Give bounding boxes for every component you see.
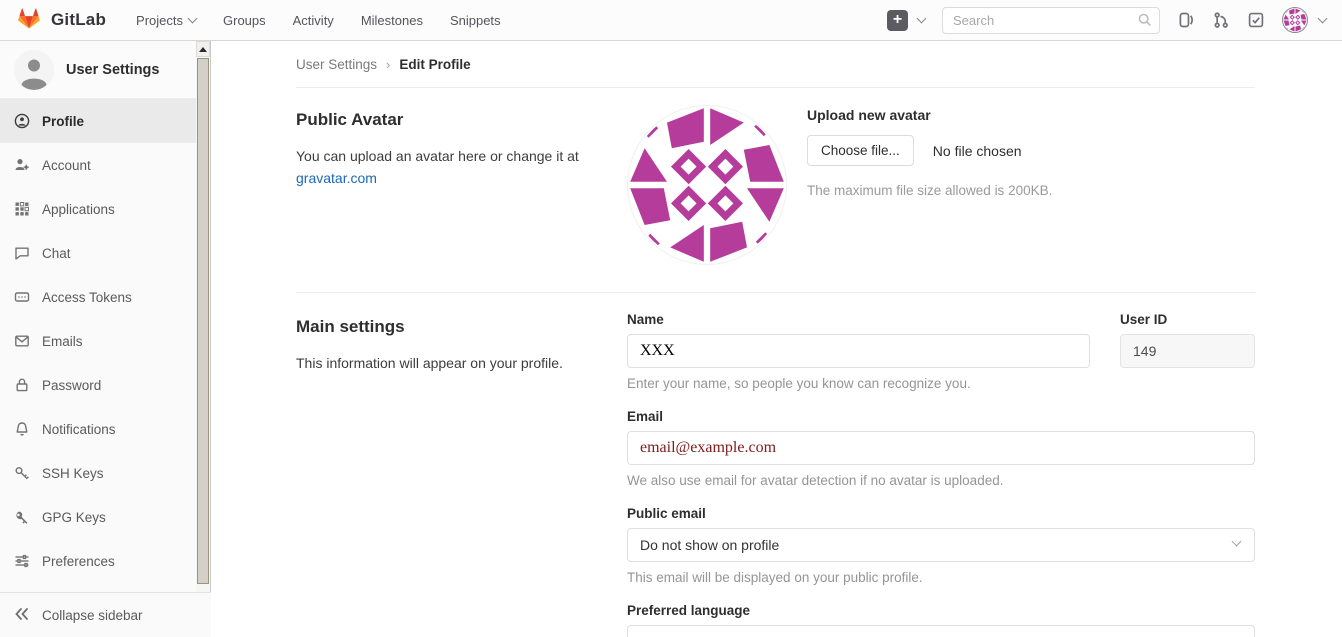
sidebar-item-preferences[interactable]: Preferences bbox=[0, 539, 196, 583]
sidebar-item-label: Applications bbox=[42, 202, 115, 217]
public-email-select[interactable]: Do not show on profile bbox=[627, 528, 1255, 562]
main-settings-subtitle: This information will appear on your pro… bbox=[296, 353, 586, 375]
public-email-help-text: This email will be displayed on your pub… bbox=[627, 570, 1255, 585]
sidebar-scrollbar[interactable] bbox=[196, 41, 210, 592]
settings-sidebar: User Settings Profile Account bbox=[0, 41, 196, 637]
gravatar-link[interactable]: gravatar.com bbox=[296, 170, 377, 186]
avatar-description: You can upload an avatar here or change … bbox=[296, 148, 579, 164]
sidebar-item-access-tokens[interactable]: Access Tokens bbox=[0, 275, 196, 319]
email-label: Email bbox=[627, 409, 1255, 424]
user-avatar-identicon bbox=[1282, 7, 1308, 33]
user-id-input bbox=[1120, 334, 1255, 368]
chevron-down-icon bbox=[188, 13, 198, 23]
email-help-text: We also use email for avatar detection i… bbox=[627, 473, 1255, 488]
ssh-keys-icon bbox=[14, 465, 30, 481]
breadcrumb-parent[interactable]: User Settings bbox=[296, 57, 377, 72]
tanuki-logo-icon bbox=[16, 6, 42, 34]
upload-new-avatar-label: Upload new avatar bbox=[807, 107, 1255, 123]
emails-icon bbox=[14, 333, 30, 349]
profile-avatar-identicon bbox=[627, 105, 787, 265]
name-input[interactable] bbox=[627, 334, 1090, 368]
user-id-label: User ID bbox=[1120, 312, 1255, 327]
issues-icon[interactable] bbox=[1177, 11, 1195, 29]
collapse-sidebar-label: Collapse sidebar bbox=[42, 608, 143, 623]
sidebar-item-label: Password bbox=[42, 378, 101, 393]
sidebar-item-label: Preferences bbox=[42, 554, 115, 569]
sidebar-item-password[interactable]: Password bbox=[0, 363, 196, 407]
double-chevron-left-icon bbox=[14, 607, 30, 624]
name-label: Name bbox=[627, 312, 1090, 327]
sidebar-item-label: SSH Keys bbox=[42, 466, 104, 481]
sidebar-item-profile[interactable]: Profile bbox=[0, 99, 196, 143]
sidebar-item-label: Emails bbox=[42, 334, 83, 349]
preferences-icon bbox=[14, 553, 30, 569]
breadcrumb-separator: › bbox=[386, 57, 390, 72]
section-title-public-avatar: Public Avatar bbox=[296, 110, 627, 130]
chevron-down-icon bbox=[917, 13, 927, 23]
nav-projects[interactable]: Projects bbox=[136, 13, 196, 28]
collapse-sidebar-button[interactable]: Collapse sidebar bbox=[0, 592, 211, 637]
scrollbar-up-arrow[interactable] bbox=[196, 41, 210, 57]
name-help-text: Enter your name, so people you know can … bbox=[627, 376, 1090, 391]
sidebar-item-chat[interactable]: Chat bbox=[0, 231, 196, 275]
sidebar-item-label: GPG Keys bbox=[42, 510, 106, 525]
primary-nav: Projects Groups Activity Milestones Snip… bbox=[136, 13, 501, 28]
chat-icon bbox=[14, 245, 30, 261]
sidebar-item-label: Notifications bbox=[42, 422, 116, 437]
nav-groups[interactable]: Groups bbox=[223, 13, 266, 28]
user-menu-button[interactable] bbox=[1282, 7, 1326, 33]
nav-milestones[interactable]: Milestones bbox=[361, 13, 423, 28]
sidebar-item-gpg-keys[interactable]: GPG Keys bbox=[0, 495, 196, 539]
applications-icon bbox=[14, 201, 30, 217]
user-silhouette-icon bbox=[14, 50, 54, 90]
preferred-language-label: Preferred language bbox=[627, 603, 1255, 618]
public-email-label: Public email bbox=[627, 506, 1255, 521]
section-title-main-settings: Main settings bbox=[296, 317, 627, 337]
sidebar-header: User Settings bbox=[0, 41, 196, 99]
chevron-down-icon bbox=[1232, 537, 1242, 547]
max-file-size-note: The maximum file size allowed is 200KB. bbox=[807, 183, 1255, 198]
profile-icon bbox=[14, 113, 30, 129]
preferred-language-select[interactable] bbox=[627, 625, 1255, 637]
password-icon bbox=[14, 377, 30, 393]
brand-title: GitLab bbox=[51, 10, 106, 30]
public-avatar-section: Public Avatar You can upload an avatar h… bbox=[296, 88, 1255, 293]
no-file-chosen-text: No file chosen bbox=[933, 143, 1022, 159]
sidebar-content-divider bbox=[210, 41, 211, 637]
sidebar-item-emails[interactable]: Emails bbox=[0, 319, 196, 363]
notifications-icon bbox=[14, 421, 30, 437]
new-menu-button[interactable]: + bbox=[887, 10, 925, 31]
sidebar-item-label: Chat bbox=[42, 246, 71, 261]
main-content: User Settings › Edit Profile Public Avat… bbox=[211, 41, 1342, 637]
search-input[interactable] bbox=[942, 7, 1160, 34]
top-navbar: GitLab Projects Groups Activity Mileston… bbox=[0, 0, 1342, 41]
choose-file-button[interactable]: Choose file... bbox=[807, 135, 914, 166]
nav-snippets[interactable]: Snippets bbox=[450, 13, 501, 28]
sidebar-item-label: Profile bbox=[42, 114, 84, 129]
main-settings-section: Main settings This information will appe… bbox=[296, 293, 1255, 637]
todos-icon[interactable] bbox=[1247, 11, 1265, 29]
access-tokens-icon bbox=[14, 289, 30, 305]
merge-requests-icon[interactable] bbox=[1212, 11, 1230, 29]
sidebar-item-label: Access Tokens bbox=[42, 290, 132, 305]
gitlab-home-link[interactable]: GitLab bbox=[16, 6, 106, 34]
sidebar-item-notifications[interactable]: Notifications bbox=[0, 407, 196, 451]
sidebar-item-applications[interactable]: Applications bbox=[0, 187, 196, 231]
plus-icon: + bbox=[887, 10, 908, 31]
sidebar-item-ssh-keys[interactable]: SSH Keys bbox=[0, 451, 196, 495]
public-email-selected-value: Do not show on profile bbox=[640, 537, 779, 553]
gpg-keys-icon bbox=[14, 509, 30, 525]
breadcrumb: User Settings › Edit Profile bbox=[296, 41, 1255, 88]
email-input[interactable] bbox=[627, 431, 1255, 465]
nav-activity[interactable]: Activity bbox=[293, 13, 334, 28]
sidebar-title: User Settings bbox=[66, 62, 159, 78]
sidebar-item-label: Account bbox=[42, 158, 91, 173]
account-icon bbox=[14, 157, 30, 173]
search-icon bbox=[1137, 12, 1153, 31]
chevron-down-icon bbox=[1318, 13, 1328, 23]
scrollbar-thumb[interactable] bbox=[197, 58, 209, 584]
sidebar-item-account[interactable]: Account bbox=[0, 143, 196, 187]
breadcrumb-current: Edit Profile bbox=[399, 57, 470, 72]
